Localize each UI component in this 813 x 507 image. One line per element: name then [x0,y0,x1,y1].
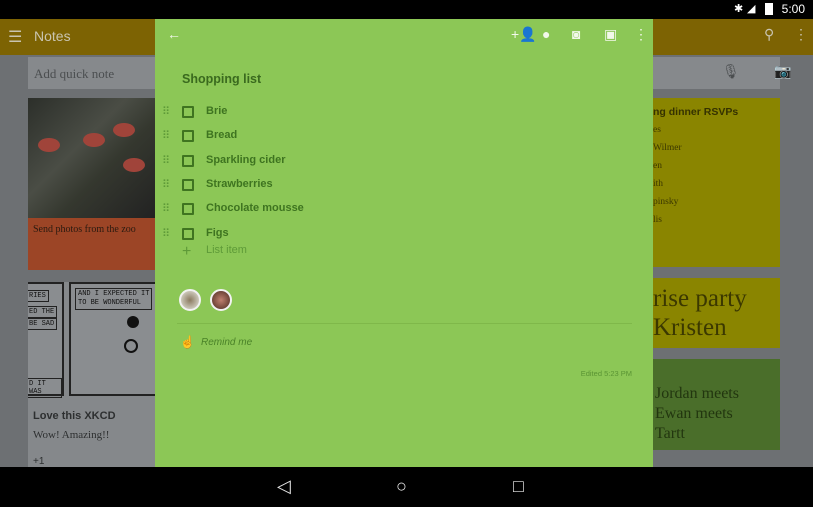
comic-text: RIES [28,290,49,302]
bluetooth-icon: ✱ [734,3,744,15]
battery-icon [765,3,773,15]
note-body: Wow! Amazing!! [33,429,110,441]
archive-icon[interactable]: ▣ [604,26,617,43]
menu-icon[interactable]: ☰ [8,27,22,47]
comic-panel: AND I EXPECTED IT TO BE WONDERFUL [69,282,155,396]
checkbox[interactable] [182,203,194,216]
list-item: ⠿ Sparkling cider [155,151,653,175]
list-item: ⠿ Brie [155,102,653,126]
checkbox[interactable] [182,130,194,143]
comic-text: BE SAD [28,318,58,330]
drag-handle-icon[interactable]: ⠿ [162,105,170,118]
signal-icon: ◢ [747,3,756,15]
checkbox[interactable] [182,227,194,240]
home-icon[interactable]: ○ [396,476,407,497]
checkbox[interactable] [182,154,194,167]
recents-icon[interactable]: □ [513,476,524,497]
note-item: lis [653,215,662,225]
note-item: en [653,161,662,171]
mic-icon[interactable]: 🎙 [722,64,740,81]
note-line: rise party [653,285,747,312]
more-vert-icon[interactable]: ⋮ [794,26,808,43]
note-caption: Send photos from the zoo [28,218,155,270]
note-item: pinsky [653,197,679,207]
note-title[interactable]: Shopping list [182,72,261,86]
avatar[interactable] [179,289,201,311]
reminder-icon[interactable]: ☝ [180,335,195,349]
checkbox[interactable] [182,178,194,191]
more-vert-icon[interactable]: ⋮ [634,26,648,43]
avatar[interactable] [210,289,232,311]
note-plus: +1 [33,456,45,467]
comic-text: ED THE [28,306,58,318]
note-item: Wilmer [653,143,682,153]
list-item-label[interactable]: Figs [206,227,229,239]
comic-text: D IT WAS [28,378,62,398]
add-icon[interactable]: + [182,243,191,261]
list-item-label[interactable]: Sparkling cider [206,154,285,166]
note-card-xkcd[interactable]: RIES ED THE BE SAD D IT WAS AND I EXPECT… [28,282,155,467]
comic-text: AND I EXPECTED IT TO BE WONDERFUL [75,288,153,310]
drag-handle-icon[interactable]: ⠿ [162,178,170,191]
add-collaborator-icon[interactable]: +👤 [511,26,537,43]
edited-timestamp: Edited 5:23 PM [580,369,632,378]
drag-handle-icon[interactable]: ⠿ [162,227,170,240]
checkbox[interactable] [182,106,194,118]
clock: 5:00 [781,2,805,16]
nav-bar: ◁ ○ □ [0,467,813,507]
note-item: es [653,125,661,135]
list-item: ⠿ Chocolate mousse [155,199,653,223]
drag-handle-icon[interactable]: ⠿ [162,202,170,215]
app-title: Notes [34,28,71,44]
note-title: ng dinner RSVPs [653,106,739,118]
note-title: Love this XKCD [33,410,116,422]
camera-icon[interactable]: ◙ [572,26,580,42]
add-list-item[interactable]: List item [206,244,247,256]
list-item: ⠿ Strawberries [155,175,653,199]
note-card-zoo[interactable]: Send photos from the zoo [28,98,155,270]
palette-icon[interactable]: ● [542,26,550,42]
note-card-rsvp[interactable]: ng dinner RSVPs es Wilmer en ith pinsky … [653,98,780,267]
list-item-label[interactable]: Brie [206,105,227,117]
flamingo-photo [28,98,155,218]
drag-handle-icon[interactable]: ⠿ [162,154,170,167]
note-line: Kristen [653,314,727,341]
back-arrow-icon[interactable]: ← [167,26,181,42]
status-bar: ✱ ◢ 5:00 [0,0,813,19]
back-icon[interactable]: ◁ [277,476,291,497]
list-item-label[interactable]: Strawberries [206,178,273,190]
note-line: Ewan meets [655,405,733,422]
remind-me-button[interactable]: Remind me [201,337,252,348]
search-icon[interactable]: ⚲ [764,26,774,43]
list-item: ⠿ Bread [155,126,653,150]
note-card-party[interactable]: rise party Kristen [653,278,780,348]
note-card-jordan[interactable]: Jordan meets Ewan meets Tartt [653,359,780,450]
note-item: ith [653,179,664,189]
camera-icon[interactable]: 📷 [774,64,791,81]
note-editor: ← +👤 ● ◙ ▣ ⋮ Shopping list ⠿ Brie ⠿ Bread ⠿ S… [155,19,653,467]
note-line: Jordan meets [655,385,739,402]
divider [177,323,632,324]
comic-panel: RIES ED THE BE SAD D IT WAS [28,282,64,398]
list-item-label[interactable]: Bread [206,129,237,141]
quick-note-placeholder[interactable]: Add quick note [34,66,114,82]
note-line: Tartt [655,425,685,442]
drag-handle-icon[interactable]: ⠿ [162,129,170,142]
list-item-label[interactable]: Chocolate mousse [206,202,304,214]
